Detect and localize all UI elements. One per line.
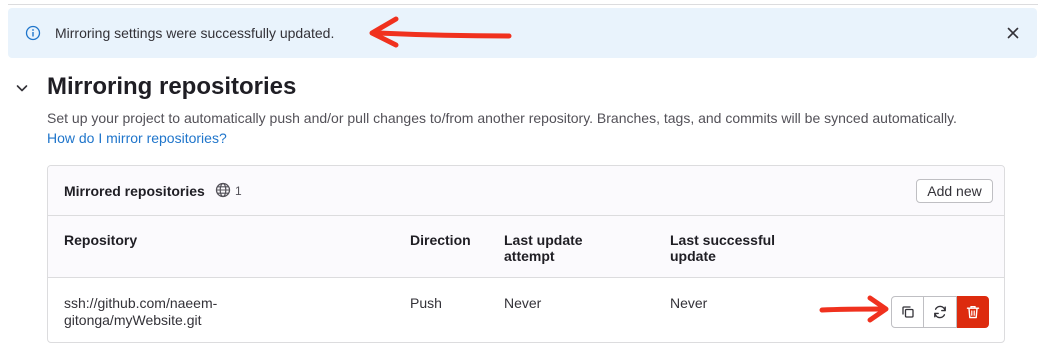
annotation-arrow-alert (369, 16, 512, 48)
update-now-button[interactable] (924, 296, 957, 328)
globe-icon (215, 182, 231, 198)
direction-value: Push (410, 295, 442, 311)
success-alert: Mirroring settings were successfully upd… (8, 8, 1037, 58)
table-header: Repository Direction Last update attempt… (48, 216, 1004, 278)
retry-icon (934, 305, 946, 319)
repository-url: ssh://github.com/naeem-gitonga/myWebsite… (64, 295, 218, 328)
column-header-last-successful-update: Last successful update (670, 232, 776, 264)
top-divider (8, 4, 1038, 5)
annotation-arrow-actions (819, 295, 889, 323)
last-update-attempt-value: Never (504, 295, 542, 311)
remove-mirror-button[interactable] (957, 296, 989, 328)
close-icon (1007, 27, 1019, 39)
column-header-direction: Direction (410, 232, 471, 248)
info-icon (25, 25, 41, 41)
row-actions (891, 296, 989, 328)
copy-ssh-key-button[interactable] (891, 296, 924, 328)
section-title: Mirroring repositories (47, 73, 297, 100)
card-header: Mirrored repositories 1 Add new (48, 166, 1004, 216)
section-description: Set up your project to automatically pus… (47, 110, 957, 126)
collapse-chevron-icon[interactable] (14, 80, 30, 96)
last-successful-update-value: Never (670, 295, 708, 311)
add-new-button[interactable]: Add new (916, 179, 993, 203)
trash-icon (966, 305, 980, 319)
dismiss-alert-button[interactable] (1003, 23, 1023, 43)
help-link[interactable]: How do I mirror repositories? (47, 129, 227, 148)
card-title: Mirrored repositories (64, 183, 205, 199)
column-header-last-update-attempt: Last update attempt (504, 232, 583, 264)
column-header-repository: Repository (64, 232, 138, 248)
alert-message: Mirroring settings were successfully upd… (55, 25, 335, 41)
copy-icon (901, 306, 914, 318)
mirror-count: 1 (235, 184, 242, 198)
